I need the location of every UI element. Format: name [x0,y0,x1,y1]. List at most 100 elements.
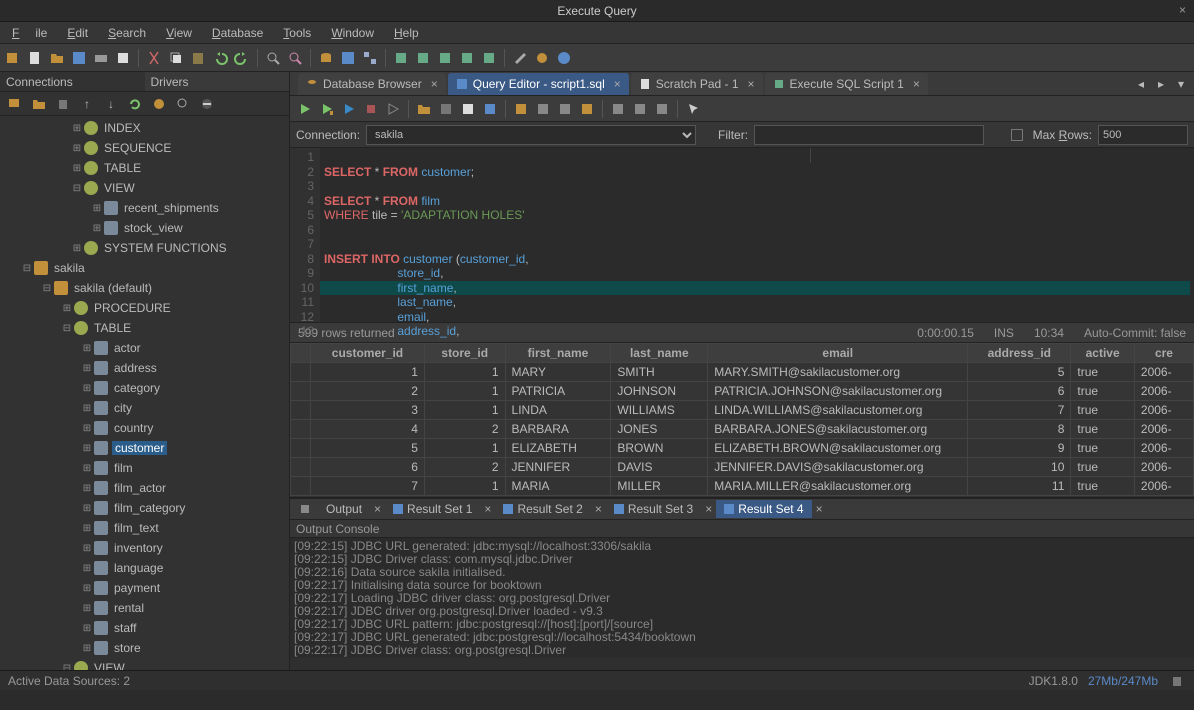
tab-next-icon[interactable]: ▸ [1152,75,1170,93]
tree-node-procedure[interactable]: PROCEDURE [92,301,173,315]
rs-close-icon[interactable]: × [484,502,491,516]
open-icon[interactable] [48,49,66,67]
open-conn-icon[interactable] [30,95,48,113]
connect-icon[interactable] [150,95,168,113]
col-address-id[interactable]: address_id [968,344,1071,363]
erd-icon[interactable] [361,49,379,67]
connection-select[interactable]: sakila [366,125,696,145]
col-store-id[interactable]: store_id [424,344,505,363]
tab-scratch-pad[interactable]: Scratch Pad - 1× [631,73,763,95]
rs-tab-4[interactable]: Result Set 4 [716,500,811,518]
tree-node-inventory[interactable]: inventory [112,541,165,555]
move-up-icon[interactable]: ↑ [78,95,96,113]
rs-tab-3[interactable]: Result Set 3 [606,500,701,518]
tree-node-film[interactable]: film [112,461,135,475]
sql-icon-3[interactable] [436,49,454,67]
maxrows-input[interactable] [1098,125,1188,145]
tree-node-store[interactable]: store [112,641,143,655]
tree-node-sequence[interactable]: SEQUENCE [102,141,173,155]
help-icon[interactable] [555,49,573,67]
zoom-icon[interactable] [174,95,192,113]
tree-node-sakila[interactable]: sakila [52,261,87,275]
execute-block-icon[interactable] [318,100,336,118]
col-customer-id[interactable]: customer_id [311,344,425,363]
table-row[interactable]: 31LINDAWILLIAMSLINDA.WILLIAMS@sakilacust… [291,401,1194,420]
col-email[interactable]: email [708,344,968,363]
rs-close-icon[interactable]: × [705,502,712,516]
tree-node-address[interactable]: address [112,361,159,375]
tree-node-view[interactable]: VIEW [102,181,137,195]
tab-prev-icon[interactable]: ◂ [1132,75,1150,93]
tree-node-film-actor[interactable]: film_actor [112,481,168,495]
menu-file[interactable]: File [4,24,55,42]
print-icon[interactable] [92,49,110,67]
tab-db-browser[interactable]: Database Browser× [298,73,446,95]
replace-icon[interactable] [286,49,304,67]
tree-node-city[interactable]: city [112,401,134,415]
tab-close-icon[interactable]: × [748,77,755,91]
disconnect-icon[interactable] [198,95,216,113]
rs-tab-output[interactable]: Output [318,500,370,518]
table-row[interactable]: 62JENNIFERDAVISJENNIFER.DAVIS@sakilacust… [291,458,1194,477]
tree-node-payment[interactable]: payment [112,581,162,595]
table-row[interactable]: 51ELIZABETHBROWNELIZABETH.BROWN@sakilacu… [291,439,1194,458]
col-active[interactable]: active [1071,344,1135,363]
print-preview-icon[interactable] [114,49,132,67]
next-icon[interactable] [556,100,574,118]
results-table-wrap[interactable]: customer_id store_id first_name last_nam… [290,343,1194,497]
undo-icon[interactable] [211,49,229,67]
col-first-name[interactable]: first_name [505,344,611,363]
shortcut-icon-1[interactable] [609,100,627,118]
menu-tools[interactable]: Tools [275,24,319,42]
find-icon[interactable] [264,49,282,67]
sidebar-tab-drivers[interactable]: Drivers [145,72,290,91]
shortcut-icon-3[interactable] [653,100,671,118]
menu-help[interactable]: Help [386,24,427,42]
tree-node-view2[interactable]: VIEW [92,661,127,670]
settings-icon[interactable] [533,49,551,67]
tab-list-icon[interactable] [296,500,314,518]
stop-icon[interactable] [362,100,380,118]
paste-icon[interactable] [189,49,207,67]
menu-view[interactable]: View [158,24,200,42]
tree-node-film-category[interactable]: film_category [112,501,187,515]
open-sql-icon[interactable] [415,100,433,118]
prev-icon[interactable] [534,100,552,118]
sql-icon-4[interactable] [458,49,476,67]
tab-close-icon[interactable]: × [913,77,920,91]
commit-icon[interactable] [384,100,402,118]
editor-icon[interactable] [339,49,357,67]
save-sql-icon[interactable] [481,100,499,118]
sql-icon-2[interactable] [414,49,432,67]
reload-icon[interactable] [126,95,144,113]
tab-exec-script[interactable]: Execute SQL Script 1× [765,73,928,95]
tree-node-customer[interactable]: customer [112,441,167,455]
tree-node-table[interactable]: TABLE [102,161,143,175]
shortcut-icon-2[interactable] [631,100,649,118]
redo-icon[interactable] [233,49,251,67]
db-browser-icon[interactable] [317,49,335,67]
new-file-icon[interactable] [26,49,44,67]
tree-node-staff[interactable]: staff [112,621,138,635]
tree-node-rental[interactable]: rental [112,601,146,615]
tree-node-sysfunc[interactable]: SYSTEM FUNCTIONS [102,241,229,255]
execute-selection-icon[interactable] [340,100,358,118]
tab-close-icon[interactable]: × [431,77,438,91]
move-down-icon[interactable]: ↓ [102,95,120,113]
table-row[interactable]: 11MARYSMITHMARY.SMITH@sakilacustomer.org… [291,363,1194,382]
sql-run-icon[interactable] [392,49,410,67]
delete-icon[interactable] [54,95,72,113]
sql-icon-5[interactable] [480,49,498,67]
tree-node-film-text[interactable]: film_text [112,521,161,535]
export-icon[interactable] [578,100,596,118]
execute-icon[interactable] [296,100,314,118]
copy-icon[interactable] [167,49,185,67]
gc-icon[interactable] [1168,672,1186,690]
cursor-icon[interactable] [684,100,702,118]
rs-close-icon[interactable]: × [595,502,602,516]
tree-node-recent[interactable]: recent_shipments [122,201,221,215]
new-connection-icon[interactable] [4,49,22,67]
tree-node-index[interactable]: INDEX [102,121,143,135]
menu-search[interactable]: Search [100,24,154,42]
sidebar-tab-connections[interactable]: Connections [0,72,145,91]
